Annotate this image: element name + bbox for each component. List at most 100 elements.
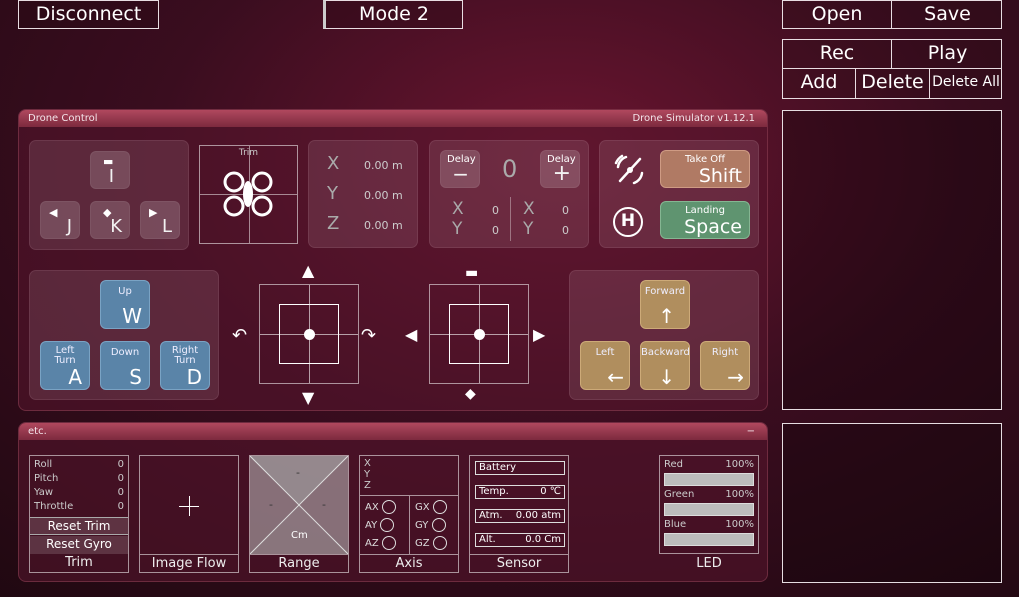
right-stick-knob[interactable]: [474, 329, 485, 340]
trim-keys-group: ▬ I ◀ J ◆ K ▶ L: [29, 140, 189, 250]
atm-box: Atm. 0.00 atm: [475, 509, 565, 523]
gy-gauge-icon: [431, 518, 446, 532]
collapse-button[interactable]: −: [747, 423, 755, 440]
reset-gyro-button[interactable]: Reset Gyro: [30, 536, 128, 554]
axis-row-gy: GY: [415, 518, 446, 532]
led-blue-slider[interactable]: [664, 533, 754, 546]
led-red-label: Red 100%: [664, 459, 754, 470]
right-keys-group: Forward ↑ Left ← Backward ↓ Right →: [569, 270, 759, 400]
log-area[interactable]: [782, 423, 1002, 583]
trim-row-pitch: Pitch 0: [34, 473, 124, 484]
right-stick[interactable]: [429, 284, 529, 384]
gz-gauge-icon: [432, 536, 447, 550]
delete-all-button[interactable]: Delete All: [930, 69, 1002, 98]
pos-z-label: Z: [327, 213, 340, 234]
trim-label: Trim: [65, 555, 93, 570]
axis-row-ax: AX: [365, 500, 396, 514]
axis-row-ay: AY: [365, 518, 395, 532]
axis-row-az: AZ: [365, 536, 396, 550]
propeller-icon: [614, 154, 644, 185]
down-key-s[interactable]: Down S: [100, 341, 150, 390]
etc-panel: etc. − Roll 0 Pitch 0 Yaw 0 Throttle 0 Reset…: [18, 422, 768, 582]
record-buttons: Rec Play: [782, 39, 1002, 69]
led-green-slider[interactable]: [664, 503, 754, 516]
range-label: Range: [250, 554, 348, 572]
trim-row-roll: Roll 0: [34, 459, 124, 470]
delay-group: Delay − 0 Delay + X 0 Y 0 X 0 Y 0: [429, 140, 589, 248]
panel-title: Drone Control: [28, 113, 98, 124]
save-button[interactable]: Save: [893, 1, 1002, 28]
up-key-w[interactable]: Up W: [100, 280, 150, 329]
axis-label: Axis: [360, 554, 458, 572]
pos-x-label: X: [327, 153, 340, 174]
pitch-back-icon: ◆: [465, 386, 476, 402]
az-gauge-icon: [381, 536, 396, 550]
led-section: Red 100% Green 100% Blue 100%: [659, 455, 759, 554]
alt-box: Alt. 0.0 Cm: [475, 533, 565, 547]
add-button[interactable]: Add: [783, 69, 856, 98]
delay-minus-button[interactable]: Delay −: [440, 150, 480, 188]
yaw-left-icon: ↶: [232, 325, 248, 346]
left-keys-group: Up W Left Turn A Down S Right Turn D: [29, 270, 219, 400]
right-turn-key-d[interactable]: Right Turn D: [160, 341, 210, 390]
sensor-section: Battery Temp. 0 ℃ Atm. 0.00 atm Alt. 0.0 Cm…: [469, 455, 569, 573]
pitch-forward-icon: ▬: [465, 265, 479, 281]
image-flow-label: Image Flow: [140, 554, 238, 572]
reset-trim-button[interactable]: Reset Trim: [30, 517, 128, 535]
trim-key-k[interactable]: ◆ K: [90, 201, 130, 239]
trim-drone-view: Trim: [199, 145, 298, 244]
delay-value: 0: [502, 155, 518, 183]
helipad-icon: H: [613, 207, 643, 237]
range-top-value: -: [296, 466, 300, 479]
throttle-down-icon: ▼: [302, 388, 315, 407]
pos-y-value: 0.00 m: [364, 189, 403, 202]
image-flow-section: Image Flow: [139, 455, 239, 573]
play-button[interactable]: Play: [893, 40, 1002, 68]
roll-right-icon: ▶: [533, 325, 546, 344]
delay-plus-button[interactable]: Delay +: [540, 150, 580, 188]
trim-row-yaw: Yaw 0: [34, 487, 124, 498]
trim-key-j[interactable]: ◀ J: [40, 201, 80, 239]
position-readout: X 0.00 m Y 0.00 m Z 0.00 m: [308, 140, 418, 248]
disconnect-button[interactable]: Disconnect: [18, 0, 159, 29]
axis-xyz: X Y Z: [364, 458, 371, 491]
rec-button[interactable]: Rec: [783, 40, 892, 68]
trim-right-icon: ▶: [149, 206, 158, 219]
mode-button[interactable]: Mode 2: [323, 0, 463, 29]
left-key[interactable]: Left ←: [580, 341, 630, 390]
left-stick-knob[interactable]: [304, 329, 315, 340]
drone-control-header: Drone Control Drone Simulator v1.12.1: [19, 110, 767, 127]
flight-control-group: Take Off Shift H Landing Space: [599, 140, 759, 248]
pos-z-value: 0.00 m: [364, 219, 403, 232]
trim-key-l[interactable]: ▶ L: [140, 201, 180, 239]
led-red-slider[interactable]: [664, 473, 754, 486]
ay-gauge-icon: [380, 518, 395, 532]
edit-buttons: Add Delete Delete All: [782, 69, 1002, 99]
left-stick[interactable]: [259, 284, 359, 384]
led-green-label: Green 100%: [664, 489, 754, 500]
version-label: Drone Simulator v1.12.1: [632, 113, 755, 124]
forward-key[interactable]: Forward ↑: [640, 280, 690, 329]
pos-x-value: 0.00 m: [364, 159, 403, 172]
roll-left-icon: ◀: [405, 325, 418, 344]
left-turn-key-a[interactable]: Left Turn A: [40, 341, 90, 390]
temp-box: Temp. 0 ℃: [475, 485, 565, 499]
backward-key[interactable]: Backward ↓: [640, 341, 690, 390]
record-list[interactable]: [782, 110, 1002, 410]
trim-key-i[interactable]: ▬ I: [90, 151, 130, 189]
axis-row-gx: GX: [415, 500, 447, 514]
throttle-up-icon: ▲: [302, 261, 315, 280]
axis-section: X Y Z AX GX AY GY AZ GZ Axis: [359, 455, 459, 573]
right-key[interactable]: Right →: [700, 341, 750, 390]
open-button[interactable]: Open: [783, 1, 892, 28]
drone-icon: [223, 171, 273, 217]
landing-button[interactable]: Landing Space: [660, 201, 750, 239]
takeoff-button[interactable]: Take Off Shift: [660, 150, 750, 188]
etc-title: etc.: [28, 426, 47, 437]
led-label: LED: [696, 556, 722, 571]
delete-button[interactable]: Delete: [856, 69, 930, 98]
sensor-label: Sensor: [470, 554, 568, 572]
gx-gauge-icon: [432, 500, 447, 514]
pos-y-label: Y: [327, 183, 338, 204]
file-buttons: Open Save: [782, 0, 1002, 29]
